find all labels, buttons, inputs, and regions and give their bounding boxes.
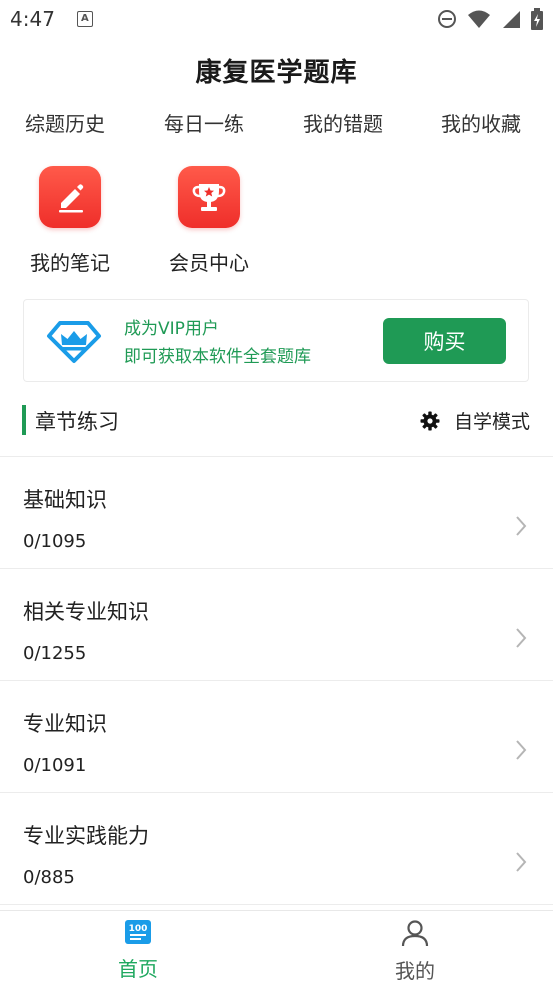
a-icon: A — [76, 11, 93, 27]
chevron-right-icon — [516, 852, 527, 872]
person-icon — [401, 920, 429, 947]
trophy-icon — [178, 166, 240, 228]
menu-item-history[interactable]: 综题历史 — [25, 112, 105, 134]
study-mode-label: 自学模式 — [453, 411, 530, 433]
grid-item-membership[interactable]: 会员中心 — [154, 166, 264, 276]
grid-label-notes: 我的笔记 — [30, 251, 110, 275]
pencil-note-icon — [39, 166, 101, 228]
home-100-icon: 100 — [125, 920, 151, 944]
svg-text:100: 100 — [129, 924, 148, 934]
chapter-item-related[interactable]: 相关专业知识 0/1255 — [0, 569, 553, 681]
chapter-item-basic[interactable]: 基础知识 0/1095 — [0, 457, 553, 569]
chapter-progress: 0/1095 — [23, 531, 87, 552]
buy-button[interactable]: 购买 — [383, 318, 506, 364]
gear-icon — [420, 411, 440, 430]
study-mode-toggle[interactable]: 自学模式 — [420, 407, 530, 434]
status-time: 4:47 — [10, 7, 55, 31]
feature-grid: 我的笔记 会员中心 — [0, 166, 553, 276]
section-title: 章节练习 — [35, 410, 119, 434]
section-header: 章节练习 自学模式 — [0, 402, 553, 438]
wifi-icon — [468, 10, 490, 28]
vip-diamond-icon — [47, 321, 101, 363]
status-left: 4:47 A — [10, 7, 93, 31]
signal-icon — [503, 11, 520, 28]
chevron-right-icon — [516, 628, 527, 648]
menu-item-wrong[interactable]: 我的错题 — [303, 112, 383, 134]
section-accent-bar — [22, 405, 26, 435]
vip-banner[interactable]: 成为VIP用户 即可获取本软件全套题库 购买 — [23, 299, 529, 382]
menu-item-daily[interactable]: 每日一练 — [164, 112, 244, 134]
nav-item-mine[interactable]: 我的 — [355, 919, 475, 984]
grid-label-membership: 会员中心 — [169, 251, 249, 275]
bottom-nav: 100 首页 我的 — [0, 910, 553, 984]
status-bar: 4:47 A — [0, 0, 553, 38]
chevron-right-icon — [516, 740, 527, 760]
chapter-progress: 0/1091 — [23, 755, 87, 776]
vip-text: 成为VIP用户 即可获取本软件全套题库 — [124, 315, 311, 371]
chapter-name: 专业知识 — [23, 712, 107, 736]
status-right — [437, 8, 543, 30]
do-not-disturb-icon — [438, 10, 456, 28]
nav-label-home: 首页 — [118, 957, 158, 981]
vip-line1: 成为VIP用户 — [124, 319, 219, 339]
chapter-name: 基础知识 — [23, 488, 107, 512]
chapter-progress: 0/885 — [23, 867, 75, 888]
chevron-right-icon — [516, 516, 527, 536]
nav-item-home[interactable]: 100 首页 — [78, 919, 198, 982]
chapter-list: 基础知识 0/1095 相关专业知识 0/1255 专业知识 0/1091 专业… — [0, 457, 553, 905]
chapter-item-professional[interactable]: 专业知识 0/1091 — [0, 681, 553, 793]
chapter-progress: 0/1255 — [23, 643, 87, 664]
menu-item-favorites[interactable]: 我的收藏 — [441, 112, 521, 134]
grid-item-notes[interactable]: 我的笔记 — [15, 166, 125, 276]
nav-label-mine: 我的 — [395, 959, 435, 983]
page-title: 康复医学题库 — [195, 58, 358, 88]
chapter-name: 专业实践能力 — [23, 824, 149, 848]
chapter-name: 相关专业知识 — [23, 600, 149, 624]
cut-off-menu-row: 综题历史 每日一练 我的错题 我的收藏 — [0, 112, 553, 134]
vip-line2: 即可获取本软件全套题库 — [124, 347, 311, 367]
battery-icon — [531, 8, 543, 30]
chapter-item-practice[interactable]: 专业实践能力 0/885 — [0, 793, 553, 905]
